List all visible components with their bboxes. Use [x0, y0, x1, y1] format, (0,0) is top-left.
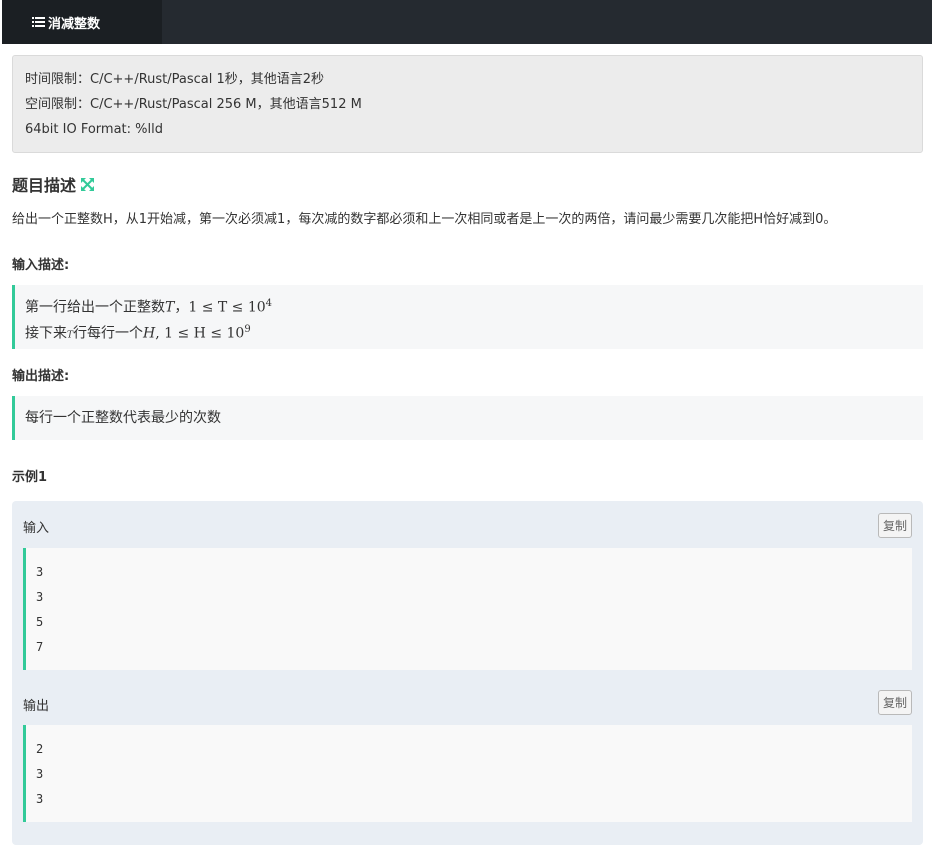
io-format: 64bit IO Format: %lld — [25, 122, 163, 137]
description-heading: 题目描述 — [12, 172, 95, 196]
code-line: 3 — [36, 590, 44, 604]
tab-label: 消减整数 — [48, 16, 101, 32]
code-line: 5 — [36, 615, 44, 629]
output-desc-box: 每行一个正整数代表最少的次数 — [12, 396, 923, 440]
code-line: 2 — [36, 742, 44, 756]
tab-problem[interactable]: 消减整数 — [2, 0, 162, 44]
example-panel: 输入 复制 3 3 5 7 输出 复制 2 3 3 — [12, 501, 923, 845]
description-text: 给出一个正整数H，从1开始减，第一次必须减1，每次减的数字都必须和上一次相同或者… — [12, 212, 837, 227]
limits-panel: 时间限制：C/C++/Rust/Pascal 1秒，其他语言2秒 空间限制：C/… — [12, 55, 923, 153]
input-desc-line-1: 第一行给出一个正整数T，1 ≤ T ≤ 104 — [25, 298, 273, 316]
code-line: 7 — [36, 640, 44, 654]
expand-icon[interactable] — [81, 177, 95, 191]
output-desc-text: 每行一个正整数代表最少的次数 — [25, 410, 221, 426]
copy-output-button[interactable]: 复制 — [878, 690, 912, 715]
copy-input-button[interactable]: 复制 — [878, 513, 912, 538]
code-line: 3 — [36, 767, 44, 781]
time-limit: 时间限制：C/C++/Rust/Pascal 1秒，其他语言2秒 — [25, 72, 325, 87]
code-line: 3 — [36, 565, 44, 579]
space-limit: 空间限制：C/C++/Rust/Pascal 256 M，其他语言512 M — [25, 97, 362, 112]
input-desc-box: 第一行给出一个正整数T，1 ≤ T ≤ 104 接下来T行每行一个H, 1 ≤ … — [12, 285, 923, 349]
example-output-code[interactable]: 2 3 3 — [23, 725, 912, 822]
input-desc-title: 输入描述: — [12, 258, 70, 273]
example-output-label: 输出 — [23, 699, 50, 714]
example-title: 示例1 — [12, 470, 48, 485]
code-line: 3 — [36, 792, 44, 806]
list-icon — [32, 17, 45, 27]
example-input-code[interactable]: 3 3 5 7 — [23, 548, 912, 670]
description-title: 题目描述 — [12, 176, 77, 195]
example-input-label: 输入 — [23, 521, 50, 536]
top-nav-bar: 消减整数 — [2, 0, 932, 44]
input-desc-line-2: 接下来T行每行一个H, 1 ≤ H ≤ 109 — [25, 323, 251, 342]
output-desc-title: 输出描述: — [12, 369, 70, 384]
